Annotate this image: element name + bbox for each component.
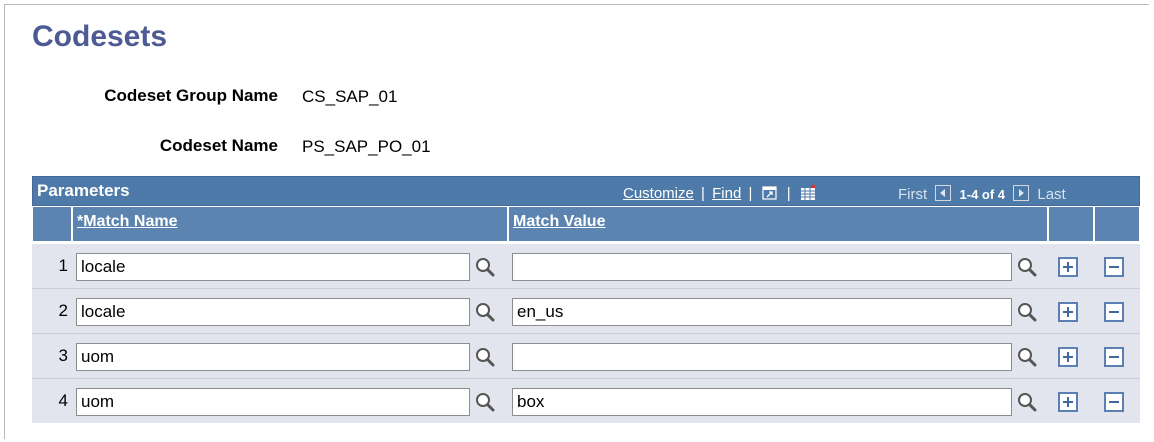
table-row: 2 (32, 289, 1140, 333)
arrow-right-icon[interactable] (1013, 185, 1030, 201)
minus-icon[interactable] (1104, 347, 1124, 367)
codeset-group-name-label: Codeset Group Name (104, 86, 278, 105)
minus-icon[interactable] (1104, 257, 1124, 277)
match-value-sort-link[interactable]: Match Value (513, 213, 605, 231)
grid-toolbar: Customize | Find | | (623, 185, 818, 202)
codeset-group-name-value: CS_SAP_01 (302, 87, 398, 106)
plus-icon[interactable] (1058, 257, 1078, 277)
match-value-input[interactable] (512, 388, 1012, 416)
minus-icon[interactable] (1104, 302, 1124, 322)
table-row: 1 (32, 244, 1140, 288)
grid-pagination: First 1-4 of 4 Last (898, 185, 1066, 203)
grid-header-bar: Parameters Customize | Find | | First 1-… (32, 176, 1140, 206)
magnifier-icon[interactable] (474, 346, 496, 368)
toolbar-separator: | (701, 185, 705, 202)
page-title: Codesets (32, 20, 168, 53)
row-number: 1 (58, 256, 68, 275)
magnifier-icon[interactable] (474, 256, 496, 278)
table-row: 3 (32, 334, 1140, 378)
minus-icon[interactable] (1104, 392, 1124, 412)
toolbar-separator: | (786, 185, 791, 202)
plus-icon[interactable] (1058, 302, 1078, 322)
match-value-header: Match Value (508, 206, 1048, 242)
rownum-header (32, 206, 72, 242)
row-number: 2 (58, 301, 68, 320)
grid-title: Parameters (37, 181, 130, 200)
first-label: First (898, 186, 928, 203)
magnifier-icon[interactable] (1016, 301, 1038, 323)
zoom-window-icon[interactable] (761, 185, 778, 201)
magnifier-icon[interactable] (474, 301, 496, 323)
match-name-header: *Match Name (72, 206, 508, 242)
spreadsheet-icon[interactable] (800, 185, 816, 201)
magnifier-icon[interactable] (1016, 391, 1038, 413)
plus-icon[interactable] (1058, 392, 1078, 412)
match-name-input[interactable] (76, 343, 470, 371)
match-value-input[interactable] (512, 343, 1012, 371)
magnifier-icon[interactable] (1016, 346, 1038, 368)
match-value-input[interactable] (512, 298, 1012, 326)
row-count: 1-4 of 4 (959, 187, 1006, 202)
match-name-input[interactable] (76, 298, 470, 326)
toolbar-separator: | (748, 185, 753, 202)
row-number: 4 (58, 391, 68, 410)
add-column-header (1048, 206, 1094, 242)
plus-icon[interactable] (1058, 347, 1078, 367)
match-name-input[interactable] (76, 388, 470, 416)
table-row: 4 (32, 379, 1140, 423)
codeset-name-value: PS_SAP_PO_01 (302, 137, 431, 156)
arrow-left-icon[interactable] (935, 185, 952, 201)
match-name-input[interactable] (76, 253, 470, 281)
last-label: Last (1037, 186, 1066, 203)
find-link[interactable]: Find (712, 185, 741, 202)
row-number: 3 (58, 346, 68, 365)
customize-link[interactable]: Customize (623, 185, 694, 202)
delete-column-header (1094, 206, 1140, 242)
codeset-name-label: Codeset Name (159, 136, 278, 155)
magnifier-icon[interactable] (474, 391, 496, 413)
match-value-input[interactable] (512, 253, 1012, 281)
parameters-grid: Parameters Customize | Find | | First 1-… (32, 176, 1140, 440)
match-name-sort-link[interactable]: *Match Name (77, 213, 177, 231)
magnifier-icon[interactable] (1016, 256, 1038, 278)
